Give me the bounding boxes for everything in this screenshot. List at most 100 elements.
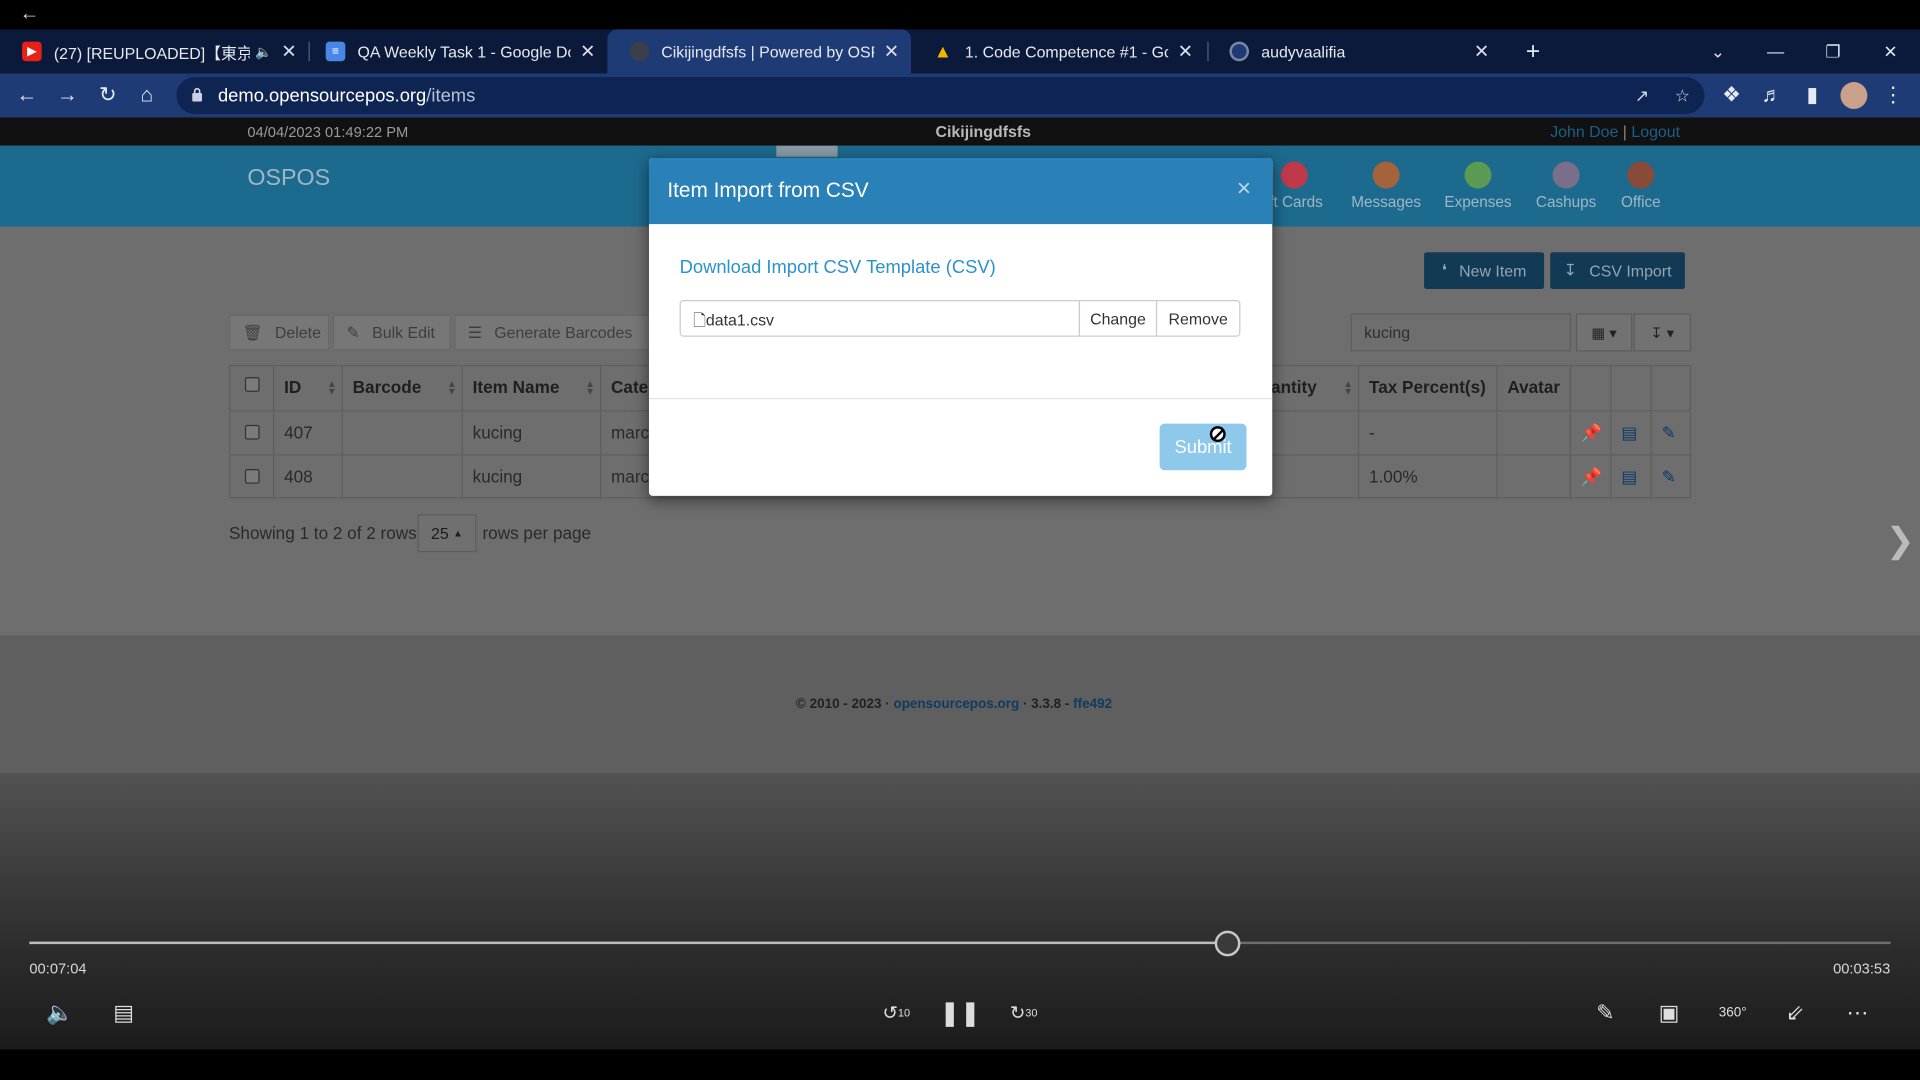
media-icon[interactable]: ♬	[1757, 81, 1786, 110]
separator: |	[1618, 122, 1632, 141]
speaker-icon[interactable]: 🔈	[255, 43, 272, 60]
chevron-right-icon[interactable]: ❯	[1886, 520, 1915, 560]
tab-title: (27) [REUPLOADED]【東京喰	[53, 43, 251, 62]
barcode-icon: ☰	[467, 322, 483, 342]
seek-handle[interactable]	[1214, 930, 1241, 957]
app-brand[interactable]: OSPOS	[247, 165, 330, 192]
download-template-link[interactable]: Download Import CSV Template (CSV)	[680, 257, 996, 278]
logout-link[interactable]: Logout	[1631, 122, 1680, 140]
inventory-icon[interactable]: 📌	[1571, 411, 1612, 456]
column-header-quantity[interactable]: antity ▲ ▼	[1261, 366, 1360, 411]
restore-button[interactable]: ❐	[1805, 29, 1861, 73]
submit-button[interactable]: Submit	[1159, 423, 1247, 471]
close-icon[interactable]: ×	[1237, 175, 1257, 202]
generate-barcodes-button[interactable]: ☰ Generate Barcodes	[454, 314, 651, 351]
file-icon: 🗋	[693, 311, 706, 330]
browser-tab[interactable]: ▲ 1. Code Competence #1 - Google ✕	[911, 29, 1205, 73]
nav-messages[interactable]: Messages	[1343, 159, 1429, 218]
address-bar[interactable]: demo.opensourcepos.org/items ↗ ☆	[176, 77, 1705, 114]
header-label: Item Name	[472, 377, 560, 397]
back-icon[interactable]: ←	[12, 81, 41, 110]
close-tab-icon[interactable]: ✕	[279, 40, 299, 63]
forward-icon[interactable]: ↻ 30	[1005, 994, 1042, 1031]
exit-fullscreen-icon[interactable]: ⇙	[1777, 994, 1814, 1031]
user-links: John Doe | Logout	[1550, 122, 1680, 140]
cell-avatar	[1498, 455, 1572, 500]
close-window-button[interactable]: ✕	[1862, 29, 1918, 73]
file-input[interactable]: 🗋data1.csv	[679, 300, 1081, 337]
menu-icon[interactable]: ⋮	[1878, 81, 1907, 110]
footer-link[interactable]: opensourcepos.org	[893, 697, 1019, 712]
version: · 3.3.8 -	[1019, 696, 1074, 712]
url-text: demo.opensourcepos.org/items	[217, 85, 476, 107]
nav-office[interactable]: Office	[1598, 159, 1684, 218]
pen-icon[interactable]: ✎	[1587, 994, 1624, 1031]
browser-tab[interactable]: ≡ QA Weekly Task 1 - Google Docs ✕	[304, 29, 608, 73]
export-toggle[interactable]: ↧ ▾	[1633, 313, 1692, 352]
close-tab-icon[interactable]: ✕	[1176, 40, 1196, 63]
delete-button[interactable]: 🗑 Delete	[228, 314, 330, 351]
extensions-icon[interactable]: ❖	[1717, 81, 1746, 110]
columns-toggle[interactable]: ▦ ▾	[1575, 313, 1633, 352]
user-link[interactable]: John Doe	[1550, 122, 1618, 140]
details-icon[interactable]: ▤	[1611, 411, 1652, 456]
column-header-id[interactable]: ID ▲ ▼	[274, 366, 343, 411]
bulk-edit-button[interactable]: ✎ Bulk Edit	[333, 314, 451, 351]
row-select	[230, 455, 275, 500]
close-tab-icon[interactable]: ✕	[882, 40, 902, 63]
browser-tab-active[interactable]: Cikijingdfsfs | Powered by OSPOS ✕	[607, 29, 912, 74]
side-panel-icon[interactable]: ▮	[1798, 81, 1827, 110]
avatar[interactable]	[1840, 82, 1868, 109]
close-tab-icon[interactable]: ✕	[578, 40, 598, 63]
copyright: © 2010 - 2023 ·	[795, 696, 894, 712]
footer-text: © 2010 - 2023 · opensourcepos.org · 3.3.…	[796, 697, 1112, 712]
change-file-button[interactable]: Change	[1078, 300, 1158, 337]
browser-tab[interactable]: ▶ (27) [REUPLOADED]【東京喰 🔈 ✕	[0, 29, 309, 73]
star-icon[interactable]: ☆	[1670, 83, 1694, 107]
row-checkbox[interactable]	[244, 424, 260, 440]
page-size-select[interactable]: 25 ▲	[417, 514, 477, 553]
miniplayer-icon[interactable]: ▣	[1651, 994, 1688, 1031]
tab-search-icon[interactable]: ⌄	[1690, 29, 1746, 73]
remove-file-button[interactable]: Remove	[1155, 300, 1241, 337]
search-input[interactable]: kucing	[1350, 313, 1572, 352]
minimize-button[interactable]: —	[1747, 29, 1803, 73]
commit-link[interactable]: ffe492	[1073, 697, 1112, 712]
seek-bar[interactable]	[29, 941, 1891, 945]
edit-icon[interactable]: ✎	[1652, 411, 1690, 455]
nav-expenses[interactable]: Expenses	[1435, 159, 1521, 218]
forward-icon[interactable]: →	[53, 81, 82, 110]
pause-icon[interactable]: ❚❚	[939, 994, 980, 1031]
reload-icon[interactable]: ↻	[93, 81, 122, 110]
select-all-checkbox[interactable]	[244, 377, 260, 392]
cell-avatar	[1498, 411, 1572, 456]
nav-label: Messages	[1351, 193, 1422, 211]
header-label: Barcode	[352, 377, 422, 397]
grid-icon: ▦ ▾	[1591, 323, 1617, 342]
new-item-button[interactable]: ❛ New Item	[1424, 252, 1545, 289]
rows-per-page-label: rows per page	[482, 522, 592, 543]
row-checkbox[interactable]	[244, 468, 260, 484]
inventory-icon[interactable]: 📌	[1571, 455, 1612, 500]
home-icon[interactable]: ⌂	[132, 81, 161, 110]
caret-up-icon: ▲	[453, 527, 463, 539]
close-tab-icon[interactable]: ✕	[1472, 40, 1492, 63]
csv-import-button[interactable]: ↧ CSV Import	[1550, 252, 1685, 289]
nav-cashups[interactable]: Cashups	[1523, 159, 1609, 218]
cell-item-name: kucing	[463, 411, 602, 456]
new-tab-button[interactable]: +	[1518, 37, 1547, 66]
back-arrow-icon[interactable]: ←	[20, 4, 42, 25]
more-options-icon[interactable]: ⋯	[1839, 994, 1876, 1031]
details-icon[interactable]: ▤	[1611, 455, 1652, 500]
column-header-barcode[interactable]: Barcode ▲ ▼	[343, 366, 463, 411]
column-header-item-name[interactable]: Item Name ▲ ▼	[463, 366, 602, 411]
volume-icon[interactable]: 🔈	[42, 994, 79, 1031]
browser-tab[interactable]: audyvaalifia ✕	[1207, 29, 1501, 73]
pagination-info: Showing 1 to 2 of 2 rows	[229, 523, 417, 543]
header-label: Avatar	[1507, 377, 1561, 397]
rewind-icon[interactable]: ↺ 10	[878, 994, 915, 1031]
360-view-icon[interactable]: 360°	[1714, 994, 1751, 1031]
captions-icon[interactable]: ▤	[105, 994, 142, 1031]
edit-icon[interactable]: ✎	[1652, 456, 1690, 500]
share-icon[interactable]: ↗	[1630, 83, 1654, 107]
